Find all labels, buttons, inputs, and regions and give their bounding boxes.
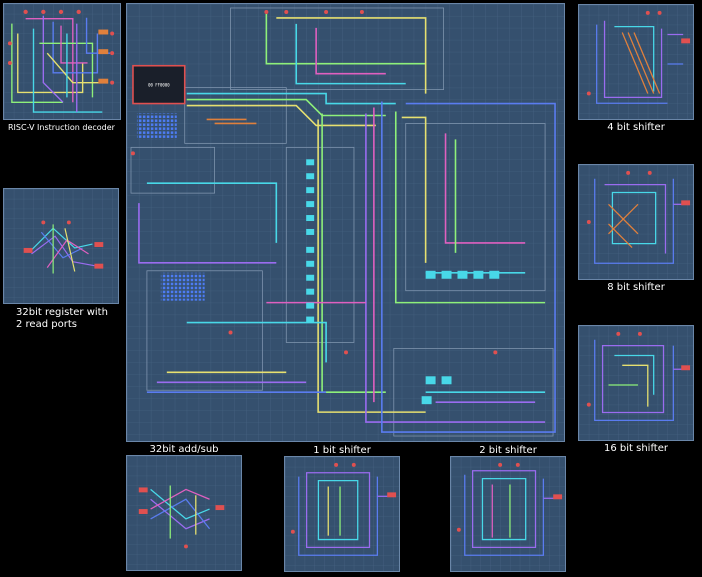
shifter-16bit-circuit [579, 326, 693, 440]
shifter-8bit-caption: 8 bit shifter [607, 282, 665, 293]
shifter-4bit-panel[interactable] [578, 4, 694, 120]
shifter-4bit-caption: 4 bit shifter [607, 122, 665, 133]
display-text: 00 FF0000 [148, 83, 170, 88]
decoder-panel[interactable] [3, 3, 121, 120]
main-cpu-circuit: 00 FF0000 [127, 4, 564, 441]
shifter-8bit-circuit [579, 165, 693, 279]
shifter-1bit-circuit [285, 457, 399, 571]
memory-grid-top [136, 113, 177, 140]
register-circuit [4, 189, 118, 303]
addsub-panel[interactable] [126, 455, 242, 571]
shifter-16bit-panel[interactable] [578, 325, 694, 441]
shifter-4bit-circuit [579, 5, 693, 119]
addsub-circuit [127, 456, 241, 570]
register-panel[interactable] [3, 188, 119, 304]
shifter-1bit-panel[interactable] [284, 456, 400, 572]
register-caption-line2: 2 read ports [16, 319, 77, 330]
memory-grid-bottom [160, 272, 205, 301]
register-caption-line1: 32bit register with [16, 307, 108, 318]
shifter-8bit-panel[interactable] [578, 164, 694, 280]
main-cpu-panel[interactable]: 00 FF0000 [126, 3, 565, 442]
shifter-2bit-circuit [451, 457, 565, 571]
decoder-caption: RISC-V Instruction decoder [8, 123, 115, 132]
shifter-16bit-caption: 16 bit shifter [604, 443, 668, 454]
shifter-2bit-panel[interactable] [450, 456, 566, 572]
decoder-circuit [4, 4, 120, 119]
